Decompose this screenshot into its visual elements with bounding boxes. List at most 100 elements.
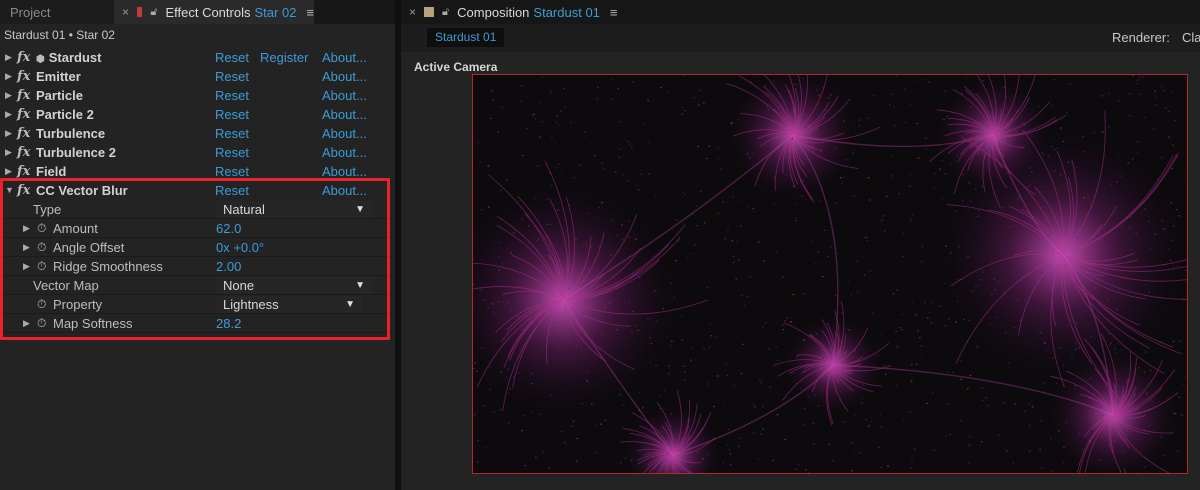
fx-icon[interactable]: fx <box>17 162 30 181</box>
fx-icon[interactable]: fx <box>17 67 30 86</box>
particle-spark <box>813 443 815 445</box>
particle-spark <box>552 204 555 206</box>
ridge-smoothness-value[interactable]: 2.00 <box>216 257 241 276</box>
expand-triangle-icon[interactable]: ▶ <box>5 124 12 143</box>
reset-link[interactable]: Reset <box>215 48 249 67</box>
particle-spark <box>1051 470 1054 472</box>
particle-spark <box>735 302 737 304</box>
particle-spark <box>1101 94 1104 97</box>
stopwatch-icon[interactable]: ⏱︎ <box>37 257 46 276</box>
effect-row-turbulence[interactable]: ▶ fx Turbulence Reset About... <box>0 124 395 143</box>
particle-spark <box>479 161 481 163</box>
lock-icon[interactable]: 🔓︎ <box>150 6 157 19</box>
reset-link[interactable]: Reset <box>215 162 249 181</box>
particle-spark <box>740 225 742 227</box>
tab-effect-controls[interactable]: × 🔓︎ Effect Controls Star 02 ≡ <box>114 0 314 24</box>
amount-value[interactable]: 62.0 <box>216 219 241 238</box>
particle-spark <box>961 279 963 281</box>
effect-row-particle-2[interactable]: ▶ fx Particle 2 Reset About... <box>0 105 395 124</box>
particle-spark <box>814 394 817 396</box>
effect-row-cc-vector-blur[interactable]: ▼ fx CC Vector Blur Reset About... <box>0 181 395 200</box>
lock-icon[interactable]: 🔓︎ <box>442 6 449 19</box>
angle-offset-value[interactable]: 0x +0.0° <box>216 238 264 257</box>
close-icon[interactable]: × <box>122 5 129 19</box>
tab-project[interactable]: Project <box>0 0 114 24</box>
particle-spark <box>1055 296 1058 298</box>
stopwatch-icon[interactable]: ⏱︎ <box>37 314 46 333</box>
particle-spark <box>814 136 817 138</box>
particle-spark <box>794 468 797 470</box>
breadcrumb: Stardust 01 • Star 02 <box>4 28 115 42</box>
expand-triangle-icon[interactable]: ▶ <box>5 105 12 124</box>
about-link[interactable]: About... <box>322 143 367 162</box>
expand-triangle-icon[interactable]: ▶ <box>5 86 12 105</box>
fx-icon[interactable]: fx <box>17 181 30 200</box>
panel-menu-icon[interactable]: ≡ <box>306 5 314 20</box>
collapse-triangle-icon[interactable]: ▼ <box>5 181 14 200</box>
expand-triangle-icon[interactable]: ▶ <box>5 143 12 162</box>
vector-map-dropdown[interactable]: None ▼ <box>216 277 372 294</box>
expand-triangle-icon[interactable]: ▶ <box>5 48 12 67</box>
effect-row-particle[interactable]: ▶ fx Particle Reset About... <box>0 86 395 105</box>
expand-triangle-icon[interactable]: ▶ <box>23 219 30 238</box>
expand-triangle-icon[interactable]: ▶ <box>5 67 12 86</box>
particle-spark <box>968 256 971 258</box>
composition-chip[interactable]: Stardust 01 <box>427 28 505 47</box>
stopwatch-icon[interactable]: ⏱︎ <box>37 295 46 314</box>
effect-row-turbulence-2[interactable]: ▶ fx Turbulence 2 Reset About... <box>0 143 395 162</box>
particle-spark <box>816 333 818 335</box>
particle-spark <box>549 172 551 174</box>
about-link[interactable]: About... <box>322 86 367 105</box>
expand-triangle-icon[interactable]: ▶ <box>5 162 12 181</box>
particle-spark <box>576 437 579 440</box>
particle-spark <box>1083 197 1085 199</box>
reset-link[interactable]: Reset <box>215 105 249 124</box>
fx-icon[interactable]: fx <box>17 124 30 143</box>
reset-link[interactable]: Reset <box>215 124 249 143</box>
about-link[interactable]: About... <box>322 105 367 124</box>
close-icon[interactable]: × <box>409 5 416 19</box>
effect-row-emitter[interactable]: ▶ fx Emitter Reset About... <box>0 67 395 86</box>
about-link[interactable]: About... <box>322 181 367 200</box>
particle-spark <box>518 372 520 374</box>
stopwatch-icon[interactable]: ⏱︎ <box>37 219 46 238</box>
expand-triangle-icon[interactable]: ▶ <box>23 257 30 276</box>
about-link[interactable]: About... <box>322 124 367 143</box>
about-link[interactable]: About... <box>322 67 367 86</box>
property-dropdown[interactable]: Lightness ▼ <box>216 296 362 313</box>
fx-icon[interactable]: fx <box>17 143 30 162</box>
particle-spark <box>893 125 896 127</box>
stopwatch-icon[interactable]: ⏱︎ <box>37 238 46 257</box>
particle-spark <box>1074 292 1076 294</box>
about-link[interactable]: About... <box>322 162 367 181</box>
composition-canvas[interactable] <box>472 74 1188 474</box>
effect-row-field[interactable]: ▶ fx Field Reset About... <box>0 162 395 181</box>
panel-menu-icon[interactable]: ≡ <box>610 5 618 20</box>
expand-triangle-icon[interactable]: ▶ <box>23 238 30 257</box>
particle-spark <box>620 462 622 464</box>
reset-link[interactable]: Reset <box>215 86 249 105</box>
about-link[interactable]: About... <box>322 48 367 67</box>
reset-link[interactable]: Reset <box>215 67 249 86</box>
fx-icon[interactable]: fx <box>17 105 30 124</box>
particle-spark <box>1115 352 1118 354</box>
expand-triangle-icon[interactable]: ▶ <box>23 314 30 333</box>
particle-spark <box>792 372 795 374</box>
tab-composition[interactable]: × 🔓︎ Composition Stardust 01 ≡ <box>401 0 661 24</box>
effect-row-stardust[interactable]: ▶ fx ⬢ Stardust Reset Register About... <box>0 48 395 67</box>
reset-link[interactable]: Reset <box>215 143 249 162</box>
map-softness-value[interactable]: 28.2 <box>216 314 241 333</box>
fx-icon[interactable]: fx <box>17 86 30 105</box>
particle-spark <box>510 252 512 254</box>
particle-spark <box>889 104 891 106</box>
fx-icon[interactable]: fx <box>17 48 30 67</box>
particle-spark <box>968 182 971 184</box>
particle-spark <box>638 277 641 279</box>
particle-spark <box>921 356 924 358</box>
type-dropdown[interactable]: Natural ▼ <box>216 201 372 218</box>
particle-spark <box>1132 158 1134 160</box>
renderer-dropdown[interactable]: Cla <box>1182 30 1200 45</box>
register-link[interactable]: Register <box>260 48 308 67</box>
reset-link[interactable]: Reset <box>215 181 249 200</box>
particle-spark <box>571 425 573 427</box>
